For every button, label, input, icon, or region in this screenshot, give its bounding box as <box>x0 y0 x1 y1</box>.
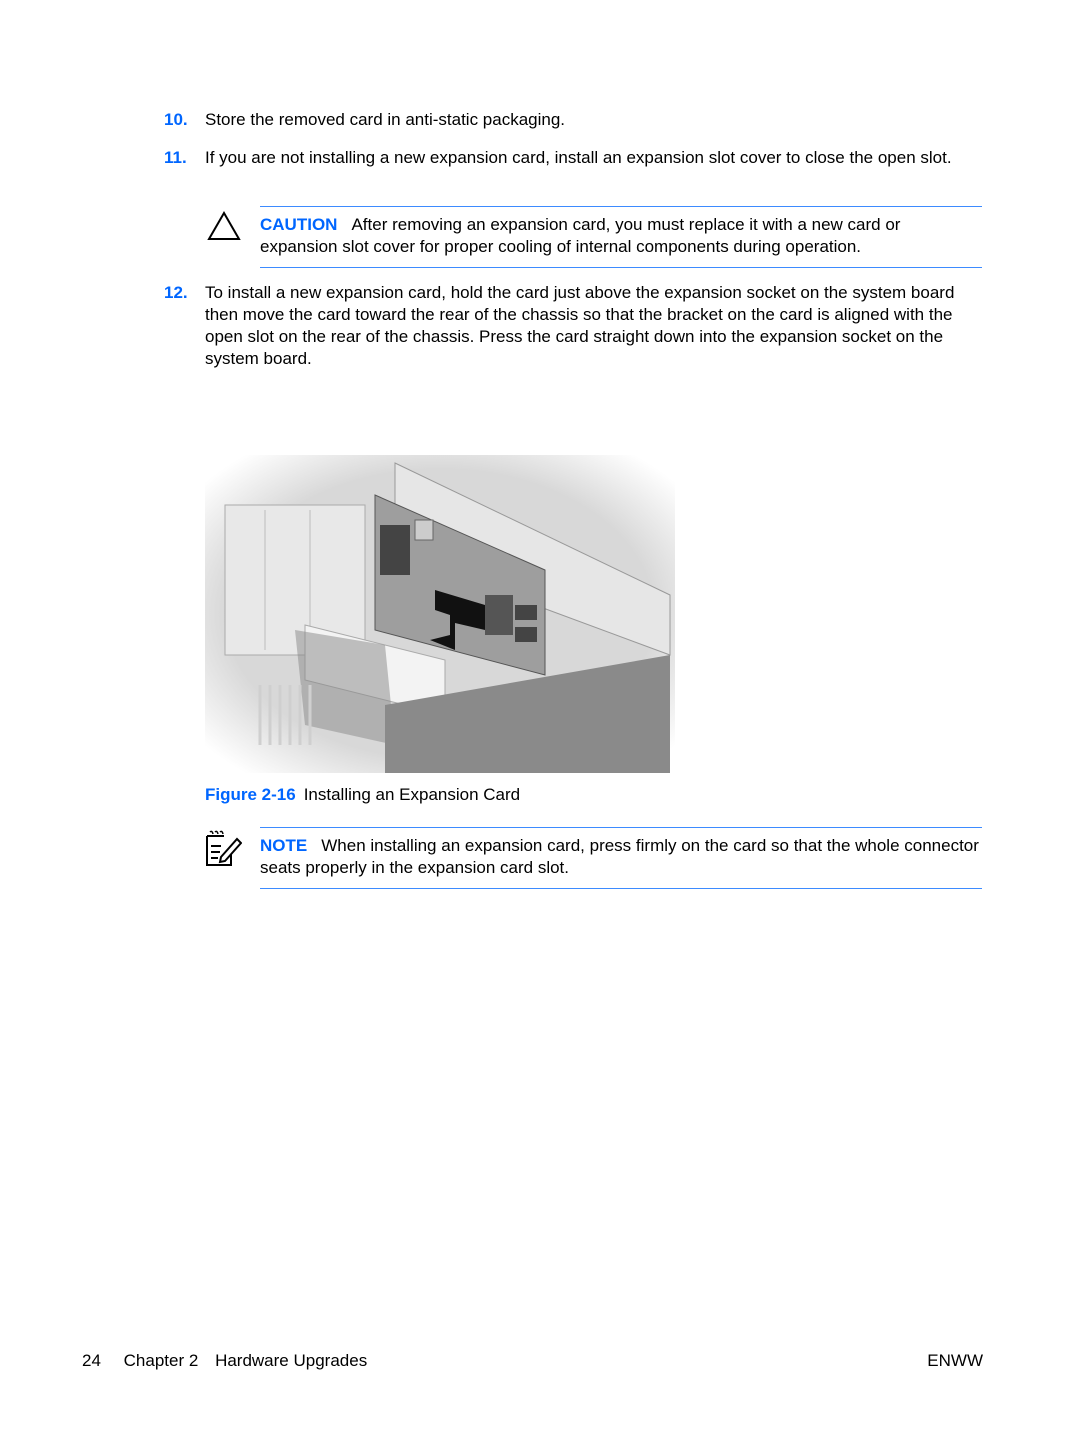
step-number: 11. <box>164 148 187 167</box>
note-box: NOTE When installing an expansion card, p… <box>260 827 982 889</box>
caution-label: CAUTION <box>260 215 338 234</box>
caution-text: After removing an expansion card, you mu… <box>260 215 901 256</box>
step-text: Store the removed card in anti-static pa… <box>205 110 566 129</box>
caution-box: CAUTION After removing an expansion card,… <box>260 206 982 268</box>
step-text: To install a new expansion card, hold th… <box>205 283 955 368</box>
step-number: 10. <box>164 110 188 129</box>
step-number: 12. <box>164 283 188 302</box>
chapter-title: Hardware Upgrades <box>215 1351 368 1370</box>
note-text: When installing an expansion card, press… <box>260 836 979 877</box>
step-text: If you are not installing a new expansio… <box>205 148 952 167</box>
locale-code: ENWW <box>927 1351 983 1370</box>
figure-caption-text: Installing an Expansion Card <box>303 785 521 804</box>
figure-label: Figure 2-16 <box>205 785 296 804</box>
expansion-card-illustration <box>205 455 675 773</box>
page-number: 24 <box>82 1351 101 1370</box>
warning-triangle-icon <box>207 210 241 246</box>
note-label: NOTE <box>260 836 308 855</box>
chapter-label: Chapter 2 <box>123 1351 199 1370</box>
page-footer-right: ENWW <box>927 1350 983 1372</box>
page-footer-left: 24 Chapter 2 Hardware Upgrades <box>82 1350 367 1372</box>
note-pencil-icon <box>204 830 243 873</box>
figure-caption: Figure 2-16 Installing an Expansion Card <box>205 784 520 806</box>
